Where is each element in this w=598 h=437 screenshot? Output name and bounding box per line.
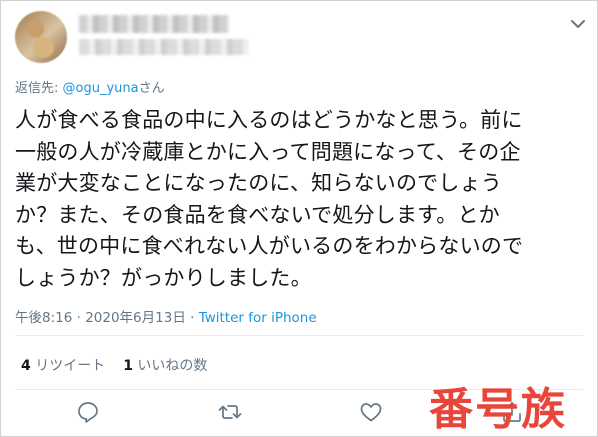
tweet-meta: 午後8:16 · 2020年6月13日 · Twitter for iPhone: [15, 306, 317, 326]
tweet-line: しょうか？がっかりしました。: [15, 265, 312, 290]
likes-stat[interactable]: 1 いいねの数: [123, 358, 207, 374]
tweet-line: 業が大変なことになったのに、知らないのでしょう: [15, 171, 502, 195]
meta-separator: ·: [72, 310, 86, 326]
tweet-text: 人が食べる食品の中に入るのはどうかなと思う。前に 一般の人が冷蔵庫とかに入って問…: [15, 105, 585, 294]
likes-count: 1: [123, 358, 133, 374]
chevron-down-icon[interactable]: [567, 13, 589, 35]
tweet-time-link[interactable]: 午後8:16: [15, 310, 72, 326]
like-icon[interactable]: [358, 399, 384, 425]
reply-context: 返信先: @ogu_yunaさん: [15, 77, 165, 96]
reply-icon[interactable]: [75, 399, 101, 425]
retweets-stat[interactable]: 4 リツイート: [21, 358, 105, 374]
tweet-line: 一般の人が冷蔵庫とかに入って問題になって、その企: [15, 139, 521, 164]
tweet-line: 人が食べる食品の中に入るのはどうかなと思う。前に: [15, 108, 523, 132]
reply-handle-link[interactable]: @ogu_yuna: [63, 81, 139, 96]
display-name-blurred[interactable]: [79, 15, 229, 33]
retweet-icon[interactable]: [217, 399, 243, 425]
tweet-line: も、世の中に食べれない人がいるのをわからないので: [15, 234, 524, 258]
meta-separator: ·: [185, 310, 199, 326]
reply-suffix: さん: [138, 81, 165, 96]
tweet-line: か？また、その食品を食べないで処分します。とか: [15, 202, 500, 227]
divider: [15, 335, 583, 336]
engagement-stats: 4 リツイート 1 いいねの数: [21, 355, 207, 375]
retweets-count: 4: [21, 358, 31, 374]
reply-prefix: 返信先:: [15, 81, 63, 96]
watermark-logo: 番号族: [429, 384, 567, 435]
client-link[interactable]: Twitter for iPhone: [199, 310, 317, 326]
avatar[interactable]: [15, 11, 67, 63]
likes-label: いいねの数: [137, 358, 208, 374]
tweet-card: 返信先: @ogu_yunaさん 人が食べる食品の中に入るのはどうかなと思う。前…: [0, 0, 598, 437]
user-handle-blurred: [79, 39, 249, 55]
retweets-label: リツイート: [35, 358, 106, 374]
tweet-date-link[interactable]: 2020年6月13日: [85, 310, 186, 326]
